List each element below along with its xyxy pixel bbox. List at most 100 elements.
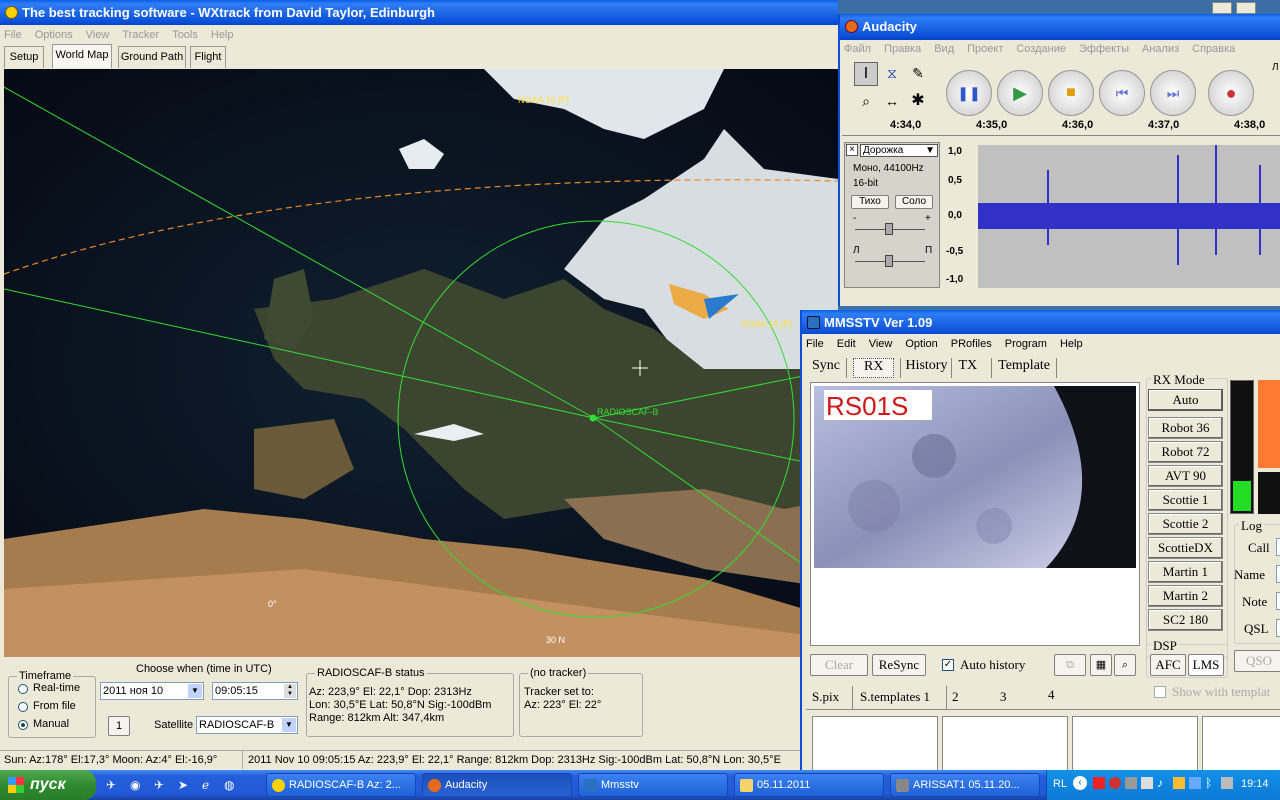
- tab-sync[interactable]: Sync: [810, 358, 847, 378]
- zoom-icon[interactable]: ⌕: [1114, 654, 1136, 676]
- mmsstv-menu-view[interactable]: View: [869, 338, 893, 350]
- template-slot[interactable]: [1202, 716, 1280, 772]
- tray-security-icon[interactable]: [1173, 777, 1185, 789]
- log-name-input[interactable]: [1276, 565, 1280, 583]
- rx-image-panel[interactable]: RS01S: [810, 382, 1140, 646]
- mmsstv-menu-option[interactable]: Option: [905, 338, 937, 350]
- tab-flight[interactable]: Flight: [190, 46, 226, 68]
- taskbar-audacity[interactable]: Audacity: [422, 773, 572, 797]
- tab-stemplates3[interactable]: 3: [1000, 689, 1007, 705]
- menu-view[interactable]: View: [86, 29, 110, 41]
- quicklaunch-plane-icon[interactable]: ✈: [154, 778, 164, 792]
- solo-button[interactable]: Соло: [895, 195, 933, 209]
- audacity-menu-analyze[interactable]: Анализ: [1142, 43, 1179, 55]
- menu-options[interactable]: Options: [35, 29, 73, 41]
- ibeam-tool-icon[interactable]: I: [854, 62, 878, 86]
- world-map[interactable]: NOAA 15 [P] NOAA 19 [P] RADIOSCAF-B 0° 3…: [4, 69, 838, 657]
- skip-start-icon[interactable]: ⏮: [1099, 70, 1145, 116]
- qso-button[interactable]: QSO: [1234, 650, 1280, 672]
- bluetooth-icon[interactable]: ᛒ: [1205, 776, 1212, 790]
- template-slot[interactable]: [812, 716, 938, 772]
- mute-button[interactable]: Тихо: [851, 195, 889, 209]
- close-icon[interactable]: ×: [846, 144, 858, 156]
- satellite-select[interactable]: RADIOSCAF-B ▼: [196, 716, 298, 734]
- audacity-menu-generate[interactable]: Создание: [1016, 43, 1066, 55]
- zoom-tool-icon[interactable]: ⌕: [854, 90, 878, 114]
- taskbar-arissat[interactable]: ARISSAT1 05.11.20...: [890, 773, 1040, 797]
- tab-template[interactable]: Template: [992, 358, 1058, 378]
- chevron-down-icon[interactable]: ▼: [282, 718, 296, 732]
- tab-ground-path[interactable]: Ground Path: [118, 46, 186, 68]
- step-button[interactable]: 1: [108, 716, 130, 736]
- audacity-titlebar[interactable]: Audacity: [840, 14, 1280, 40]
- draw-tool-icon[interactable]: ✎: [906, 62, 930, 86]
- audacity-menu-effects[interactable]: Эффекты: [1079, 43, 1129, 55]
- multi-tool-icon[interactable]: ✱: [906, 90, 930, 114]
- tray-network-icon[interactable]: [1125, 777, 1137, 789]
- mode-auto-button[interactable]: Auto: [1148, 389, 1223, 411]
- tray-device-icon[interactable]: [1189, 777, 1201, 789]
- time-spinner[interactable]: 09:05:15 ▲ ▼: [212, 682, 298, 700]
- tray-antivirus-icon[interactable]: [1093, 777, 1105, 789]
- taskbar-folder[interactable]: 05.11.2011: [734, 773, 884, 797]
- wxtrack-titlebar[interactable]: The best tracking software - WXtrack fro…: [0, 0, 838, 26]
- track-name-menu[interactable]: Дорожка ▼: [860, 144, 938, 157]
- tray-app-icon[interactable]: [1141, 777, 1153, 789]
- radio-manual[interactable]: [18, 720, 28, 730]
- quicklaunch-ie-icon[interactable]: ℯ: [202, 778, 209, 792]
- tab-world-map[interactable]: World Map: [52, 44, 112, 68]
- spin-up-icon[interactable]: ▲: [284, 684, 296, 691]
- template-slot[interactable]: [1072, 716, 1198, 772]
- quicklaunch-media-icon[interactable]: ◉: [130, 778, 140, 792]
- pause-icon[interactable]: ❚❚: [946, 70, 992, 116]
- mode-avt90-button[interactable]: AVT 90: [1148, 465, 1223, 487]
- tab-stemplates4[interactable]: 4: [1048, 687, 1055, 703]
- spin-down-icon[interactable]: ▼: [284, 691, 296, 698]
- radio-realtime[interactable]: [18, 684, 28, 694]
- menu-tools[interactable]: Tools: [172, 29, 198, 41]
- menu-tracker[interactable]: Tracker: [122, 29, 159, 41]
- waveform-view[interactable]: [978, 145, 1280, 288]
- audacity-menu-view[interactable]: Вид: [934, 43, 954, 55]
- start-button[interactable]: пуск: [0, 770, 96, 800]
- taskbar-wxtrack[interactable]: RADIOSCAF-B Az: 2...: [266, 773, 416, 797]
- taskbar-mmsstv[interactable]: Mmsstv: [578, 773, 728, 797]
- tab-stemplates2[interactable]: 2: [952, 689, 959, 705]
- auto-history-checkbox[interactable]: ✓: [942, 659, 954, 671]
- chevron-down-icon[interactable]: ▼: [188, 684, 202, 698]
- quicklaunch-icon[interactable]: ✈: [106, 778, 116, 792]
- mode-scottiedx-button[interactable]: ScottieDX: [1148, 537, 1223, 559]
- mode-sc2180-button[interactable]: SC2 180: [1148, 609, 1223, 631]
- minimize-button[interactable]: [1212, 2, 1232, 14]
- clock[interactable]: 19:14: [1241, 778, 1269, 790]
- tab-spix[interactable]: S.pix: [812, 689, 839, 705]
- audacity-menu-project[interactable]: Проект: [967, 43, 1003, 55]
- audacity-menu-help[interactable]: Справка: [1192, 43, 1235, 55]
- tab-stemplates1[interactable]: S.templates 1: [860, 689, 930, 705]
- log-qsl-input[interactable]: [1276, 619, 1280, 637]
- mode-scottie2-button[interactable]: Scottie 2: [1148, 513, 1223, 535]
- stop-icon[interactable]: ■: [1048, 70, 1094, 116]
- template-slot[interactable]: [942, 716, 1068, 772]
- mode-scottie1-button[interactable]: Scottie 1: [1148, 489, 1223, 511]
- mode-robot72-button[interactable]: Robot 72: [1148, 441, 1223, 463]
- tray-collapse-icon[interactable]: ‹: [1073, 776, 1087, 790]
- afc-button[interactable]: AFC: [1150, 654, 1186, 676]
- quicklaunch-app-icon[interactable]: ◍: [224, 778, 234, 792]
- tab-tx[interactable]: TX: [952, 358, 993, 378]
- show-templates-checkbox[interactable]: [1154, 686, 1166, 698]
- color-bars-icon[interactable]: ▦: [1090, 654, 1112, 676]
- resync-button[interactable]: ReSync: [872, 654, 926, 676]
- skip-end-icon[interactable]: ⏭: [1150, 70, 1196, 116]
- audacity-menu-edit[interactable]: Правка: [884, 43, 921, 55]
- log-note-input[interactable]: [1276, 592, 1280, 610]
- language-indicator[interactable]: RL: [1053, 778, 1067, 790]
- copy-icon[interactable]: ⧉: [1054, 654, 1086, 676]
- tab-rx[interactable]: RX: [853, 358, 895, 378]
- tab-history[interactable]: History: [900, 358, 953, 378]
- tab-setup[interactable]: Setup: [4, 46, 44, 68]
- timeshift-tool-icon[interactable]: ↔: [880, 90, 904, 114]
- mmsstv-menu-program[interactable]: Program: [1005, 338, 1047, 350]
- mmsstv-menu-edit[interactable]: Edit: [837, 338, 856, 350]
- tray-monitor-icon[interactable]: [1221, 777, 1233, 789]
